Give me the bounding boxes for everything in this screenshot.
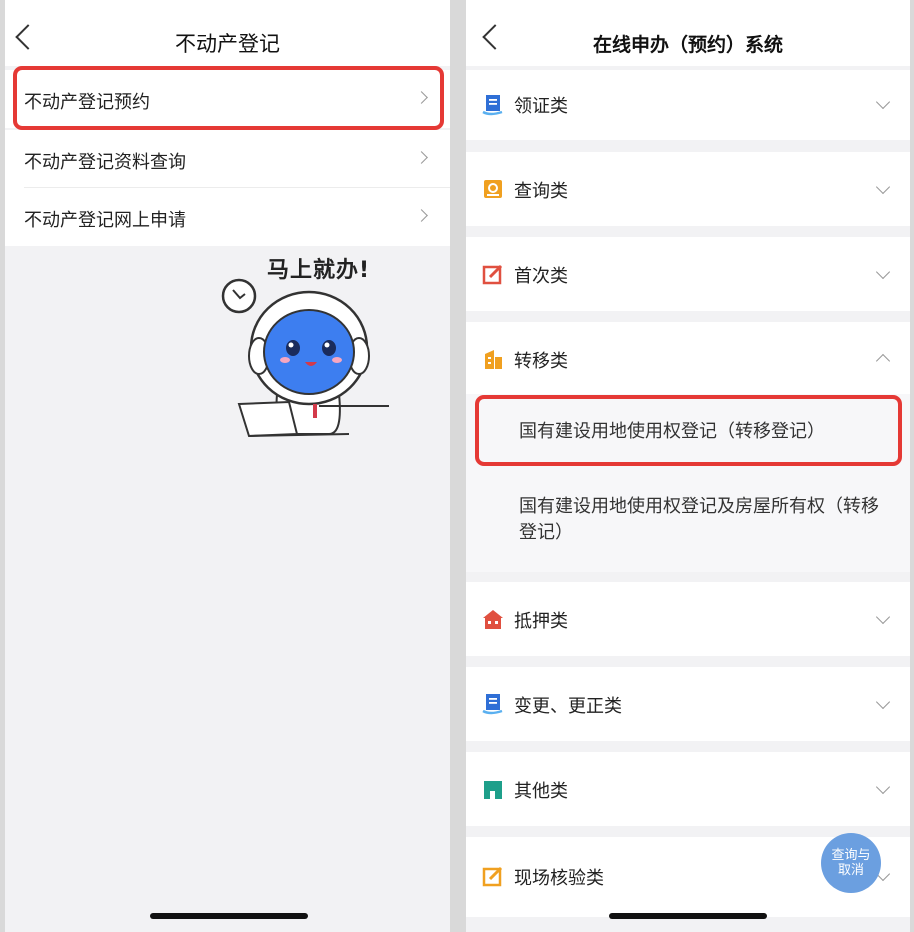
sub-item-land-and-house-transfer[interactable]: 国有建设用地使用权登记及房屋所有权（转移登记） [519,494,886,546]
chevron-up-icon [875,353,891,369]
chevron-down-icon [875,609,891,625]
chevron-right-icon [415,209,428,222]
list-item-label: 不动产登记资料查询 [24,152,186,173]
section-transfer-header[interactable]: 转移类 [466,322,910,394]
query-cancel-button[interactable]: 查询与 取消 [821,833,881,893]
section-label: 查询类 [514,181,568,202]
page-title: 在线申办（预约）系统 [592,34,783,56]
section-change-correction[interactable]: 变更、更正类 [466,667,910,741]
fab-label-line2: 取消 [837,863,864,878]
section-label: 其他类 [514,781,568,802]
shop-icon [484,781,502,799]
left-screen: 不动产登记 不动产登记预约 不动产登记资料查询 不动产登记网上申请 马上就办! [5,0,450,932]
right-header: 在线申办（预约）系统 [466,0,910,66]
mascot-illustration [221,278,389,438]
page-title: 不动产登记 [175,32,280,56]
section-label: 领证类 [514,96,568,117]
section-first[interactable]: 首次类 [466,237,910,311]
certificate-icon [482,95,503,116]
section-label: 变更、更正类 [514,696,622,717]
home-indicator [150,913,308,919]
chevron-down-icon [875,264,891,280]
section-mortgage[interactable]: 抵押类 [466,582,910,656]
edit-icon [482,866,503,887]
edit-icon [482,264,503,285]
right-screen: 在线申办（预约）系统 领证类 查询类 首次类 转移类 国有建设用地使用权登记（转… [466,0,910,932]
section-label: 现场核验类 [514,868,604,889]
section-other[interactable]: 其他类 [466,752,910,826]
list-item-online-application[interactable]: 不动产登记网上申请 [5,188,450,246]
list-item-label: 不动产登记网上申请 [24,210,186,231]
section-label: 抵押类 [514,611,568,632]
section-certificate[interactable]: 领证类 [466,70,910,140]
chevron-down-icon [875,779,891,795]
chevron-down-icon [875,94,891,110]
certificate-icon [482,694,503,715]
chevron-down-icon [875,179,891,195]
chevron-down-icon [875,694,891,710]
chevron-right-icon [415,151,428,164]
fab-label-line1: 查询与 [831,848,871,863]
left-header: 不动产登记 [5,0,450,66]
section-label: 转移类 [514,351,568,372]
search-doc-icon [484,180,502,198]
section-query[interactable]: 查询类 [466,152,910,226]
list-item-records-query[interactable]: 不动产登记资料查询 [5,130,450,188]
highlight-box [13,66,444,130]
home-indicator [609,913,767,919]
section-label: 首次类 [514,266,568,287]
building-icon [485,350,502,369]
highlight-box [475,395,902,466]
house-icon [483,610,503,629]
